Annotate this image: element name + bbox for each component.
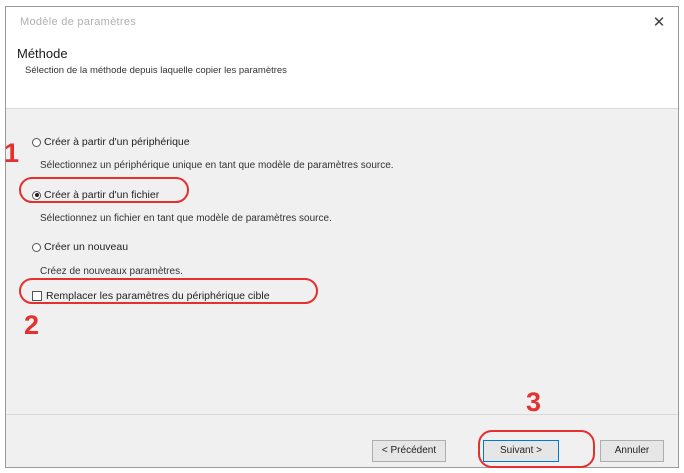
page-title: Méthode [17, 46, 68, 61]
close-icon[interactable]: ✕ [646, 11, 672, 35]
wizard-content: Créer à partir d'un périphérique Sélecti… [6, 109, 678, 414]
option-device-label: Créer à partir d'un périphérique [44, 136, 190, 148]
option-device-description: Sélectionnez un périphérique unique en t… [40, 160, 394, 171]
step-number-3: 3 [526, 387, 542, 417]
option-file-description: Sélectionnez un fichier en tant que modè… [40, 213, 332, 224]
highlight-next-button [478, 430, 595, 468]
page-subtitle: Sélection de la méthode depuis laquelle … [25, 65, 287, 76]
option-new-label: Créer un nouveau [44, 241, 129, 253]
cancel-button[interactable]: Annuler [600, 440, 664, 462]
option-new-description: Créez de nouveaux paramètres. [40, 266, 183, 277]
title-bar: Modèle de paramètres ✕ [6, 7, 678, 39]
footer-divider [6, 414, 678, 415]
highlight-replace-checkbox [19, 278, 318, 304]
window-title: Modèle de paramètres [20, 16, 137, 28]
radio-icon[interactable] [32, 242, 41, 252]
radio-icon[interactable] [32, 137, 41, 147]
option-device-radio[interactable]: Créer à partir d'un périphérique [32, 136, 190, 148]
option-new-radio[interactable]: Créer un nouveau [32, 241, 128, 253]
step-number-2: 2 [24, 310, 40, 340]
back-button[interactable]: < Précédent [372, 440, 446, 462]
highlight-file-option [19, 177, 189, 203]
step-number-1: 1 [4, 138, 20, 168]
wizard-window: Modèle de paramètres ✕ Méthode Sélection… [5, 6, 679, 468]
wizard-header: Méthode Sélection de la méthode depuis l… [6, 39, 678, 109]
